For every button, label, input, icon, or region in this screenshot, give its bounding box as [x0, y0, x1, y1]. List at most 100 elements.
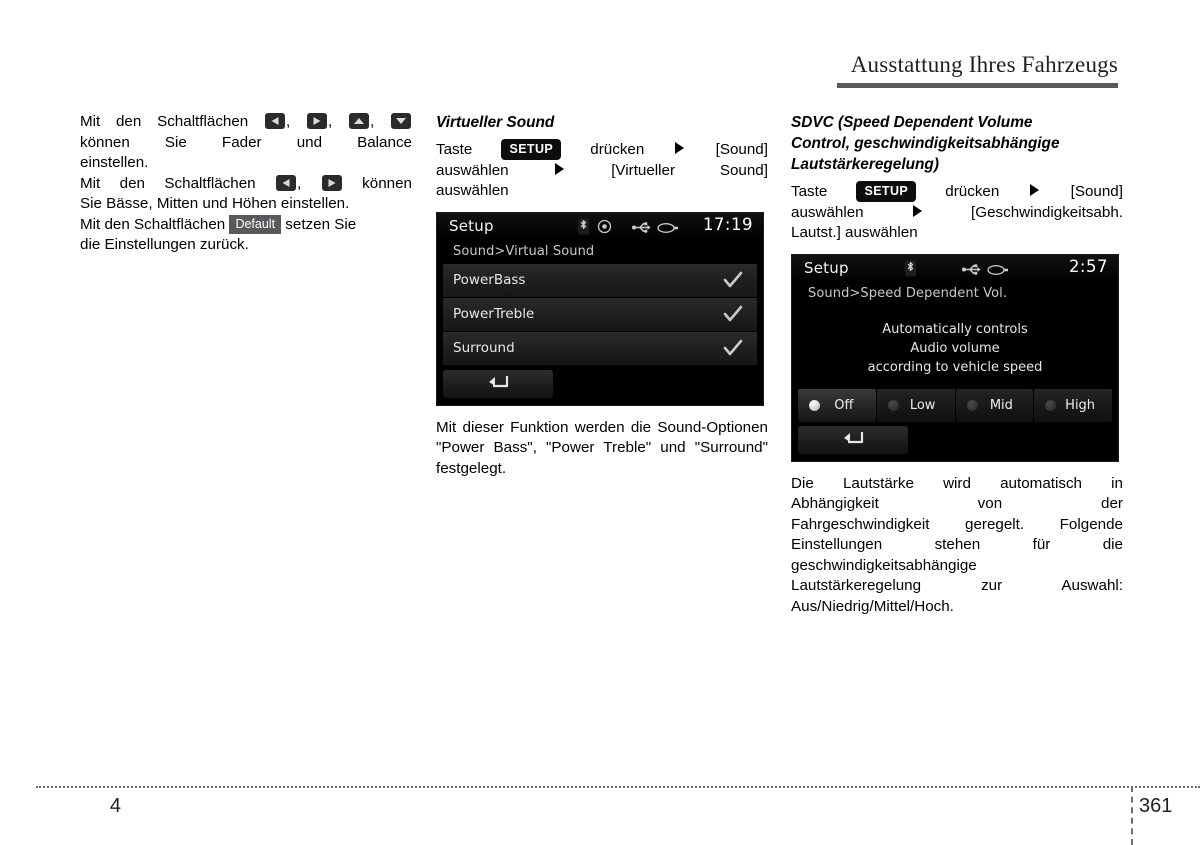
footer-chapter-number: 4	[109, 795, 121, 817]
check-icon	[723, 305, 743, 327]
right-column: SDVC (Speed Dependent Volume Control, ge…	[791, 112, 1123, 617]
device-status-icons	[577, 218, 679, 239]
device-titlebar: Setup 17:19	[437, 212, 763, 240]
check-icon	[723, 271, 743, 293]
arrow-right-icon	[307, 113, 327, 129]
device-title: Setup	[804, 258, 849, 277]
right-instr-line1: Taste SETUP drücken [Sound]	[791, 181, 1123, 203]
right-body-line3: Fahrgeschwindigkeit geregelt. Folgende	[791, 515, 1123, 533]
back-arrow-icon	[841, 429, 865, 451]
device-option-row: Off Low Mid High	[792, 388, 1118, 422]
left-p1-comma2: ,	[328, 113, 333, 130]
left-p1-text1: Mit den Schaltflächen	[80, 113, 249, 130]
back-button[interactable]	[443, 369, 553, 398]
list-item-label: Surround	[453, 339, 515, 356]
device-clock: 17:19	[702, 214, 753, 234]
right-body-line4: Einstellungen stehen für die	[791, 536, 1123, 553]
middle-instr-text1: Taste	[436, 141, 473, 158]
left-p3-text2: setzen Sie	[285, 215, 357, 233]
right-instr-line3: Lautst.] auswählen	[791, 224, 918, 241]
middle-instr-line2: auswählen [Virtueller Sound]	[436, 161, 768, 182]
list-item-label: PowerTreble	[453, 305, 535, 322]
list-item[interactable]: PowerTreble	[443, 297, 757, 331]
device-screenshot-virtual-sound: Setup 17:19 Sound>Virtual Sound PowerBas…	[436, 211, 764, 406]
left-p3-line2: die Einstellungen zurück.	[80, 236, 249, 253]
device-message-line2: Audio volume	[910, 340, 1000, 356]
device-back-bar	[792, 422, 1118, 461]
arrow-up-icon	[348, 113, 369, 129]
left-p1-comma1: ,	[286, 113, 291, 130]
middle-instr-text2: drücken	[590, 141, 645, 158]
middle-instr-text3: [Sound]	[715, 141, 768, 158]
back-button[interactable]	[798, 425, 908, 454]
right-instr-text5: [Geschwindigkeitsabh.	[971, 203, 1123, 221]
radio-option-mid[interactable]: Mid	[955, 388, 1034, 422]
device-message-line3: according to vehicle speed	[867, 359, 1043, 375]
middle-caption: Mit dieser Funktion werden die Sound-Opt…	[436, 418, 768, 477]
usb-icon	[632, 219, 652, 238]
list-item[interactable]: PowerBass	[443, 263, 757, 297]
right-body-line2: Abhängigkeit von der	[791, 495, 1123, 512]
right-instruction: Taste SETUP drücken [Sound] auswählen [G…	[791, 181, 1123, 244]
list-item[interactable]: Surround	[443, 331, 757, 365]
middle-instr-line1: Taste SETUP drücken [Sound]	[436, 139, 768, 161]
left-p1-comma3: ,	[369, 113, 375, 130]
right-body-line6: Lautstärkeregelung zur Auswahl:	[791, 577, 1123, 594]
middle-instr-line3: auswählen	[436, 182, 509, 199]
setup-button[interactable]: SETUP	[856, 181, 917, 202]
header-divider	[837, 83, 1118, 88]
radio-label: High	[1065, 397, 1096, 413]
right-instr-text3: [Sound]	[1070, 183, 1123, 200]
left-p2-line1: Mit den Schaltflächen , können	[80, 174, 412, 195]
bluetooth-icon	[577, 218, 590, 239]
middle-instr-text4: auswählen	[436, 161, 509, 179]
usb-icon	[962, 261, 982, 280]
right-body-text: Die Lautstärke wird automatisch in Abhän…	[791, 474, 1123, 618]
middle-instr-text5: [Virtueller Sound]	[611, 161, 768, 179]
arrow-left-icon	[276, 174, 297, 191]
radio-label: Low	[909, 397, 936, 413]
footer-vertical-divider	[1131, 786, 1133, 845]
device-message: Automatically controls Audio volume acco…	[792, 306, 1118, 389]
radio-option-off[interactable]: Off	[798, 388, 876, 422]
setup-button[interactable]: SETUP	[501, 139, 562, 160]
device-screenshot-sdvc: Setup 2:57 Sound>Speed Dependent Vol. Au…	[791, 253, 1119, 462]
left-p1-line3: einstellen.	[80, 154, 149, 171]
radio-option-high[interactable]: High	[1034, 388, 1112, 422]
middle-instruction: Taste SETUP drücken [Sound] auswählen [V…	[436, 139, 768, 202]
bluetooth-icon	[904, 260, 917, 281]
left-p2-comma: ,	[297, 174, 302, 192]
aux-icon	[657, 219, 679, 238]
left-p2-text1: Mit den Schaltflächen	[80, 174, 256, 192]
middle-column: Virtueller Sound Taste SETUP drücken [So…	[436, 112, 768, 479]
arrow-right-step-icon	[555, 162, 565, 175]
left-p3-line1: Mit den Schaltflächen Default setzen Sie	[80, 214, 412, 236]
device-status-icons	[904, 260, 1009, 281]
right-heading-line1: SDVC (Speed Dependent Volume	[791, 114, 1033, 131]
arrow-right-icon	[321, 174, 342, 191]
left-p2-text2: können	[362, 174, 412, 192]
radio-option-low[interactable]: Low	[876, 388, 955, 422]
arrow-left-icon	[265, 113, 286, 129]
arrow-right-step-icon	[912, 204, 922, 217]
right-body-line7: Aus/Niedrig/Mittel/Hoch.	[791, 597, 954, 615]
arrow-right-step-icon	[675, 142, 685, 154]
device-clock: 2:57	[1068, 256, 1108, 276]
page-title: Ausstattung Ihres Fahrzeugs	[850, 52, 1118, 77]
device-back-bar	[437, 366, 763, 405]
page-header: Ausstattung Ihres Fahrzeugs	[0, 26, 1200, 88]
default-button[interactable]: Default	[229, 214, 282, 234]
device-message-line1: Automatically controls	[882, 321, 1028, 337]
right-body-line1: Die Lautstärke wird automatisch in	[791, 474, 1123, 492]
left-paragraph-1: Mit den Schaltflächen , , , können Sie F…	[80, 112, 412, 174]
footer-divider	[36, 786, 1200, 788]
radio-label: Off	[834, 397, 854, 413]
left-column: Mit den Schaltflächen , , , können Sie F…	[80, 112, 412, 256]
list-item-label: PowerBass	[453, 271, 526, 288]
right-instr-text4: auswählen	[791, 203, 864, 221]
right-heading-line2: Control, geschwindigkeitsabhängige	[791, 135, 1060, 152]
left-p1-line1: Mit den Schaltflächen , , ,	[80, 112, 412, 133]
aux-icon	[987, 261, 1009, 280]
check-icon	[723, 339, 743, 361]
left-p2-line2: Sie Bässe, Mitten und Höhen einstellen.	[80, 195, 350, 212]
